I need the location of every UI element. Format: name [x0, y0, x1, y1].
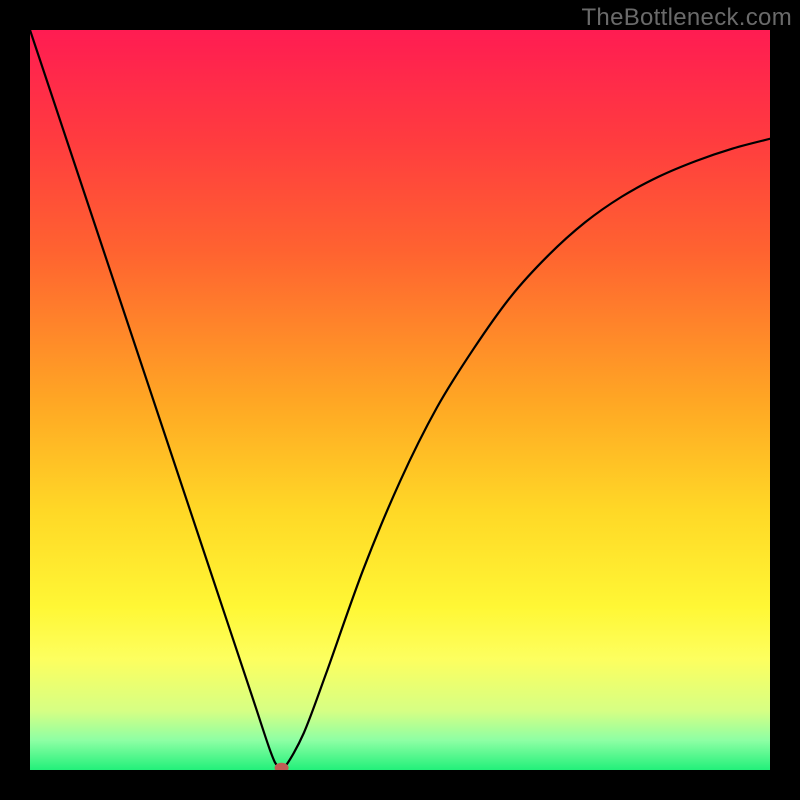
watermark-text: TheBottleneck.com	[581, 4, 792, 32]
gradient-background	[30, 30, 770, 770]
bottleneck-chart	[30, 30, 770, 770]
chart-container: { "watermark": "TheBottleneck.com", "cha…	[0, 0, 800, 800]
plot-area	[30, 30, 770, 770]
